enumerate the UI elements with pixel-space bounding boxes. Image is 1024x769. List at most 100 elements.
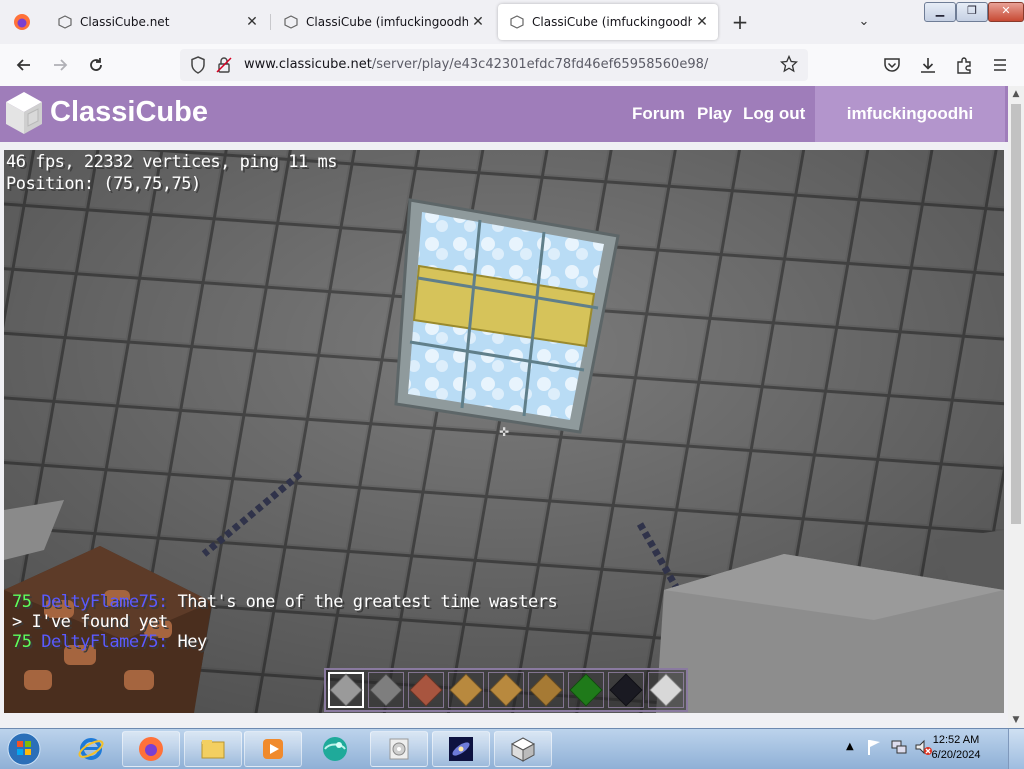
chat-line: > I've found yet	[12, 612, 168, 632]
navigation-toolbar: www.classicube.net/server/play/e43c42301…	[0, 44, 1024, 87]
taskbar-classicube-app[interactable]	[494, 731, 552, 767]
chat-message: Hey	[167, 632, 208, 652]
minimize-button[interactable]: ▁	[924, 2, 956, 22]
pocket-button[interactable]	[878, 51, 906, 79]
tab-label: ClassiCube (imfuckingoodhi)	[532, 15, 692, 29]
hotbar-slot-wood[interactable]	[528, 672, 564, 708]
menu-button[interactable]	[986, 51, 1014, 79]
hotbar-slot-stone[interactable]	[328, 672, 364, 708]
network-icon[interactable]	[890, 738, 908, 759]
system-clock[interactable]: 12:52 AM 6/20/2024	[930, 733, 982, 763]
url-text[interactable]: www.classicube.net/server/play/e43c42301…	[244, 57, 708, 72]
scrollbar-thumb[interactable]	[1011, 104, 1021, 524]
hotbar-slot-leaves[interactable]	[568, 672, 604, 708]
puzzle-icon	[957, 57, 971, 74]
wood-block-icon	[449, 673, 483, 707]
game-canvas[interactable]: 46 fps, 22332 vertices, ping 11 ms Posit…	[4, 150, 1004, 713]
tab-close-icon[interactable]: ✕	[692, 14, 712, 30]
wood-block-icon	[489, 673, 523, 707]
start-button[interactable]	[4, 731, 44, 767]
obsidian-block-icon	[609, 673, 643, 707]
tab-close-icon[interactable]: ✕	[468, 14, 488, 30]
scroll-down-icon[interactable]: ▼	[1008, 712, 1024, 728]
hotbar-slot-cobblestone[interactable]	[368, 672, 404, 708]
url-host: www.classicube.net	[244, 57, 372, 72]
windows-taskbar: ▲ 12:52 AM 6/20/2024	[0, 728, 1024, 769]
stone-block-icon	[329, 673, 363, 707]
user-account-link[interactable]: imfuckingoodhi	[815, 86, 1005, 142]
classicube-logo-icon[interactable]	[4, 90, 44, 136]
taskbar-space-app[interactable]	[432, 731, 490, 767]
shield-icon[interactable]	[190, 56, 206, 78]
restore-button[interactable]: ❐	[956, 2, 988, 22]
cube-icon	[284, 15, 298, 29]
taskbar-internet-explorer[interactable]	[62, 731, 120, 767]
forward-button[interactable]	[46, 51, 74, 79]
clock-time: 12:52 AM	[932, 734, 980, 746]
close-window-button[interactable]: ✕	[988, 2, 1024, 22]
hotbar-slot-wood[interactable]	[488, 672, 524, 708]
tab-separator	[270, 14, 271, 30]
classicube-icon	[510, 737, 536, 762]
hotbar-slot-wood[interactable]	[448, 672, 484, 708]
address-bar[interactable]: www.classicube.net/server/play/e43c42301…	[180, 49, 808, 81]
site-brand[interactable]: ClassiCube	[50, 96, 208, 129]
taskbar-dvd-app[interactable]	[370, 731, 428, 767]
download-icon	[921, 58, 935, 73]
tab-strip: ClassiCube.net ✕ ClassiCube (imfuckingoo…	[0, 0, 1024, 44]
stone-slab-block-icon	[649, 673, 683, 707]
tray-expand-icon[interactable]: ▲	[846, 741, 854, 752]
username-label: imfuckingoodhi	[846, 104, 974, 123]
new-tab-button[interactable]: +	[728, 8, 752, 36]
chat-rank: 75	[12, 632, 42, 652]
cobblestone-block-icon	[369, 673, 403, 707]
scroll-up-icon[interactable]: ▲	[1008, 86, 1024, 102]
leaves-block-icon	[569, 673, 603, 707]
chat-rank: 75	[12, 592, 42, 612]
hamburger-icon	[994, 59, 1006, 71]
hotbar-slot-brick[interactable]	[408, 672, 444, 708]
downloads-button[interactable]	[914, 51, 942, 79]
taskbar-file-explorer[interactable]	[184, 731, 242, 767]
arrow-left-icon	[16, 59, 30, 71]
internet-explorer-icon	[78, 738, 104, 760]
hotbar-slot-stone-slab[interactable]	[648, 672, 684, 708]
position-readout: Position: (75,75,75)	[6, 174, 201, 194]
site-header: ClassiCube Forum Play Log out imfuckingo…	[0, 86, 1008, 142]
tab-close-icon[interactable]: ✕	[242, 14, 262, 30]
brick-block-icon	[409, 673, 443, 707]
extensions-button[interactable]	[950, 51, 978, 79]
tab-list-button[interactable]: ⌄	[852, 8, 876, 36]
bookmark-star-icon[interactable]	[779, 54, 799, 77]
tab-classicube-play[interactable]: ClassiCube (imfuckingoodhi) ✕	[272, 4, 494, 40]
hotbar[interactable]	[324, 668, 688, 712]
lock-warning-icon[interactable]	[216, 56, 232, 78]
page-scrollbar[interactable]: ▲ ▼	[1008, 86, 1024, 728]
pocket-icon	[884, 58, 900, 72]
chat-message: > I've found yet	[12, 612, 168, 632]
tab-classicube-net[interactable]: ClassiCube.net ✕	[46, 4, 268, 40]
wood-block-icon	[529, 673, 563, 707]
globe-icon	[323, 737, 347, 761]
chat-line: 75 DeltyFlame75: That's one of the great…	[12, 592, 558, 612]
galaxy-icon	[449, 737, 473, 761]
taskbar-firefox[interactable]	[122, 731, 180, 767]
nav-forum-link[interactable]: Forum	[632, 104, 685, 124]
clock-date: 6/20/2024	[931, 749, 981, 761]
nav-logout-link[interactable]: Log out	[743, 104, 805, 124]
tab-label: ClassiCube.net	[80, 15, 170, 29]
back-button[interactable]	[10, 51, 38, 79]
action-center-flag-icon[interactable]	[866, 738, 882, 759]
url-path: /server/play/e43c42301efdc78fd46ef659585…	[371, 57, 709, 72]
folder-icon	[201, 740, 225, 759]
taskbar-globe-app[interactable]	[306, 731, 364, 767]
firefox-menu-icon[interactable]	[4, 4, 40, 40]
show-desktop-button[interactable]	[1008, 729, 1024, 769]
nav-play-link[interactable]: Play	[697, 104, 732, 124]
reload-button[interactable]	[82, 51, 110, 79]
chat-player-name: DeltyFlame75:	[41, 592, 168, 612]
taskbar-media-player[interactable]	[244, 731, 302, 767]
tab-classicube-play-active[interactable]: ClassiCube (imfuckingoodhi) ✕	[498, 4, 718, 40]
cube-icon	[58, 15, 72, 29]
hotbar-slot-obsidian[interactable]	[608, 672, 644, 708]
